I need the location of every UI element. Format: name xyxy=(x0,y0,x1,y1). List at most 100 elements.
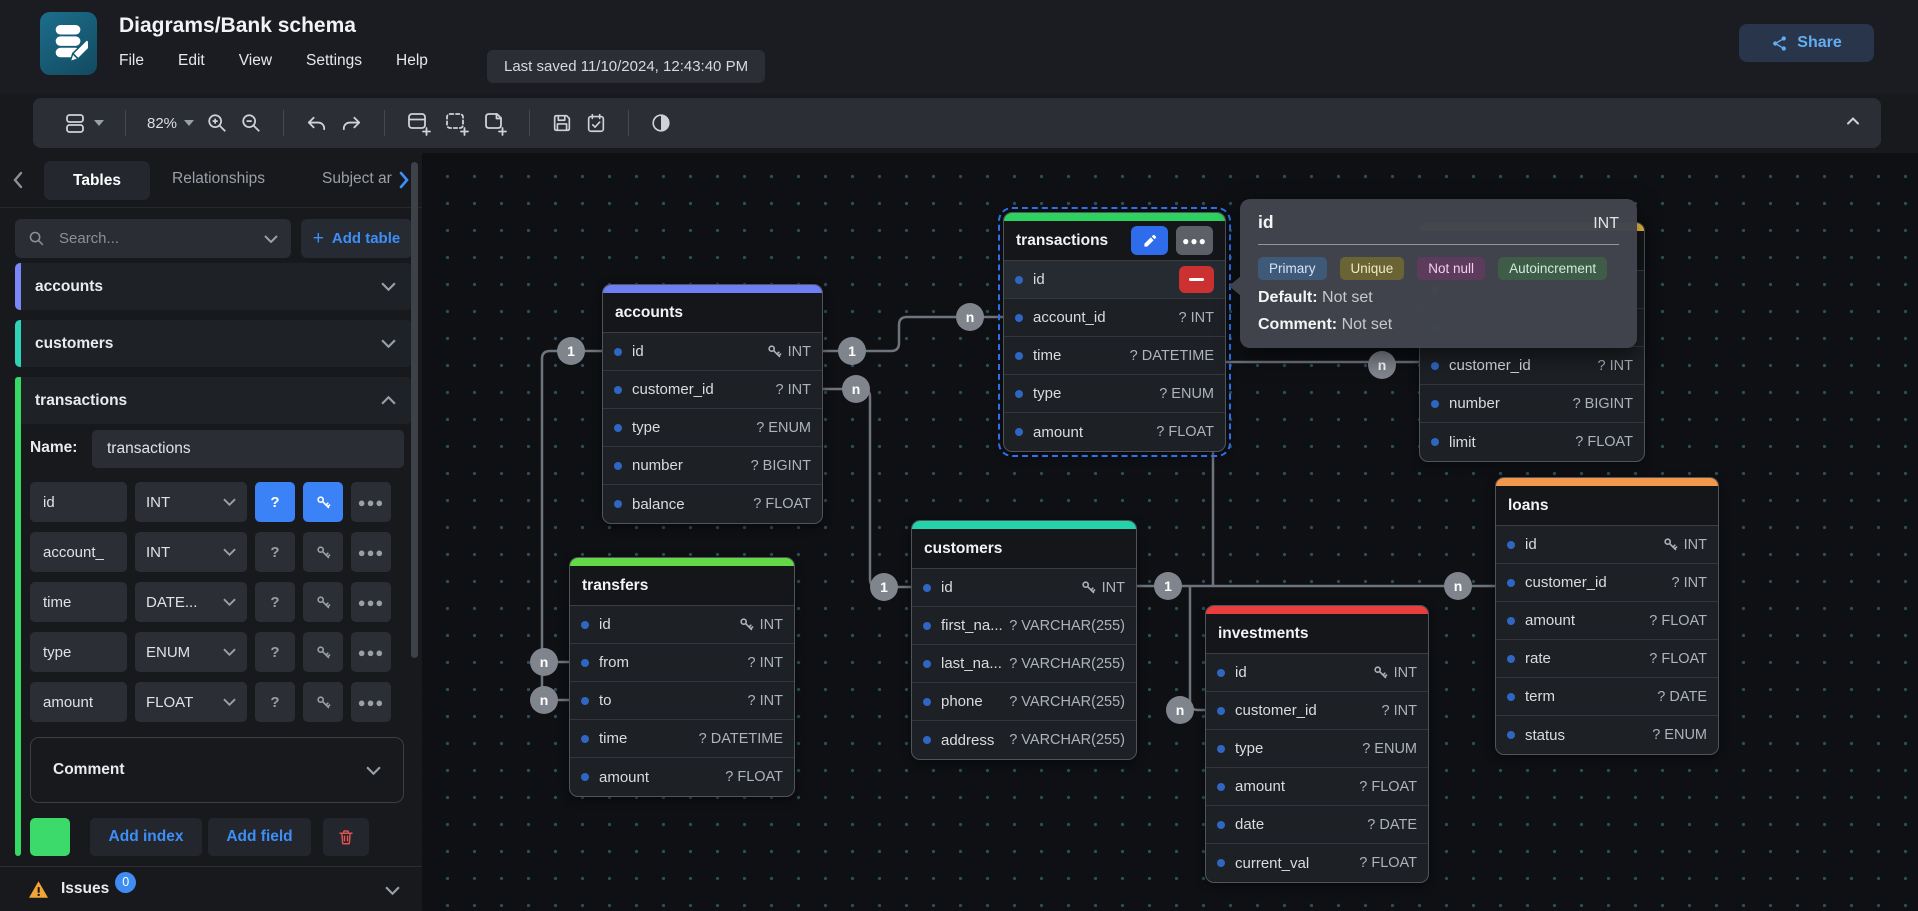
undo-button[interactable] xyxy=(299,107,334,140)
add-note-tool[interactable] xyxy=(476,105,514,141)
field-more-options-button[interactable]: ●●● xyxy=(351,532,391,572)
table-field-row[interactable]: from? INT xyxy=(570,644,794,682)
table-field-row[interactable]: account_id? INT xyxy=(1004,299,1225,337)
edit-table-button[interactable] xyxy=(1131,226,1168,255)
delete-field-button[interactable] xyxy=(1179,266,1214,293)
menu-file[interactable]: File xyxy=(119,52,144,70)
field-more-options-button[interactable]: ●●● xyxy=(351,482,391,522)
nullable-toggle-button[interactable]: ? xyxy=(255,582,295,622)
canvas-table-loans[interactable]: loansidINTcustomer_id? INTamount? FLOATr… xyxy=(1495,477,1719,755)
tab-relationships[interactable]: Relationships xyxy=(172,170,265,188)
primary-key-toggle-button[interactable] xyxy=(303,582,343,622)
canvas-table-accounts[interactable]: accountsidINTcustomer_id? INTtype? ENUMn… xyxy=(602,284,823,524)
menu-view[interactable]: View xyxy=(239,52,272,70)
menu-edit[interactable]: Edit xyxy=(178,52,205,70)
table-color-swatch[interactable] xyxy=(30,818,70,856)
table-field-row[interactable]: idINT xyxy=(603,333,822,371)
table-field-row[interactable]: amount? FLOAT xyxy=(1496,602,1718,640)
nullable-toggle-button[interactable]: ? xyxy=(255,532,295,572)
field-name-input[interactable]: time xyxy=(30,582,127,622)
field-type-select[interactable]: INT xyxy=(135,482,247,522)
zoom-in-button[interactable] xyxy=(200,107,234,139)
relationship-line[interactable] xyxy=(1190,586,1205,710)
table-field-row[interactable]: address? VARCHAR(255) xyxy=(912,721,1136,759)
tab-tables[interactable]: Tables xyxy=(44,161,150,200)
table-field-row[interactable]: number? BIGINT xyxy=(1420,385,1644,423)
field-name-input[interactable]: id xyxy=(30,482,127,522)
field-type-select[interactable]: INT xyxy=(135,532,247,572)
field-more-options-button[interactable]: ●●● xyxy=(351,632,391,672)
table-field-row[interactable]: type? ENUM xyxy=(603,409,822,447)
sidebar-scrollbar[interactable] xyxy=(411,162,418,658)
table-field-row[interactable]: amount? FLOAT xyxy=(570,758,794,796)
nullable-toggle-button[interactable]: ? xyxy=(255,682,295,722)
table-field-row[interactable]: id xyxy=(1004,261,1225,299)
table-field-row[interactable]: time? DATETIME xyxy=(570,720,794,758)
save-button[interactable] xyxy=(545,107,579,139)
menu-settings[interactable]: Settings xyxy=(306,52,362,70)
table-field-row[interactable]: customer_id? INT xyxy=(1206,692,1428,730)
canvas-table-transfers[interactable]: transfersidINTfrom? INTto? INTtime? DATE… xyxy=(569,557,795,797)
zoom-out-button[interactable] xyxy=(234,107,268,139)
table-field-row[interactable]: first_na...? VARCHAR(255) xyxy=(912,607,1136,645)
table-field-row[interactable]: current_val? FLOAT xyxy=(1206,844,1428,882)
table-field-row[interactable]: idINT xyxy=(1496,526,1718,564)
canvas-table-transactions[interactable]: transactions●●●idaccount_id? INTtime? DA… xyxy=(1003,212,1226,452)
delete-table-button[interactable] xyxy=(323,818,369,856)
table-field-row[interactable]: phone? VARCHAR(255) xyxy=(912,683,1136,721)
add-index-button[interactable]: Add index xyxy=(90,818,202,856)
add-table-button[interactable]: + Add table xyxy=(301,219,412,258)
field-type-select[interactable]: ENUM xyxy=(135,632,247,672)
table-field-row[interactable]: time? DATETIME xyxy=(1004,337,1225,375)
sidebar-table-transactions[interactable]: transactions xyxy=(15,377,412,424)
table-field-row[interactable]: status? ENUM xyxy=(1496,716,1718,754)
field-name-input[interactable]: amount xyxy=(30,682,127,722)
zoom-level-dropdown[interactable]: 82% xyxy=(141,110,200,137)
table-field-row[interactable]: date? DATE xyxy=(1206,806,1428,844)
sidebar-table-customers[interactable]: customers xyxy=(15,320,412,367)
table-field-row[interactable]: customer_id? INT xyxy=(1496,564,1718,602)
add-table-tool[interactable] xyxy=(400,105,438,141)
add-subject-area-tool[interactable] xyxy=(438,105,476,141)
table-field-row[interactable]: idINT xyxy=(912,569,1136,607)
table-field-row[interactable]: to? INT xyxy=(570,682,794,720)
table-field-row[interactable]: amount? FLOAT xyxy=(1206,768,1428,806)
nullable-toggle-button[interactable]: ? xyxy=(255,482,295,522)
share-button[interactable]: Share xyxy=(1739,24,1874,62)
table-field-row[interactable]: limit? FLOAT xyxy=(1420,423,1644,461)
comment-collapsible[interactable]: Comment xyxy=(30,737,404,803)
field-name-input[interactable]: type xyxy=(30,632,127,672)
table-field-row[interactable]: type? ENUM xyxy=(1206,730,1428,768)
field-more-options-button[interactable]: ●●● xyxy=(351,682,391,722)
table-field-row[interactable]: idINT xyxy=(570,606,794,644)
table-field-row[interactable]: customer_id? INT xyxy=(1420,347,1644,385)
field-type-select[interactable]: FLOAT xyxy=(135,682,247,722)
issues-panel-toggle[interactable]: Issues 0 xyxy=(0,866,422,911)
canvas-table-customers[interactable]: customersidINTfirst_na...? VARCHAR(255)l… xyxy=(911,520,1137,760)
sidebar-table-accounts[interactable]: accounts xyxy=(15,263,412,310)
menu-help[interactable]: Help xyxy=(396,52,428,70)
table-field-row[interactable]: rate? FLOAT xyxy=(1496,640,1718,678)
table-field-row[interactable]: amount? FLOAT xyxy=(1004,413,1225,451)
primary-key-toggle-button[interactable] xyxy=(303,532,343,572)
tabs-scroll-right-button[interactable] xyxy=(396,169,412,196)
table-more-options-button[interactable]: ●●● xyxy=(1176,226,1213,255)
table-field-row[interactable]: type? ENUM xyxy=(1004,375,1225,413)
field-type-select[interactable]: DATE... xyxy=(135,582,247,622)
table-field-row[interactable]: balance? FLOAT xyxy=(603,485,822,523)
diagram-canvas[interactable]: 1nn1nn11nnn accountsidINTcustomer_id? IN… xyxy=(422,153,1918,911)
table-field-row[interactable]: idINT xyxy=(1206,654,1428,692)
table-field-row[interactable]: term? DATE xyxy=(1496,678,1718,716)
table-field-row[interactable]: number? BIGINT xyxy=(603,447,822,485)
diagram-tree-button[interactable] xyxy=(57,106,110,140)
tabs-scroll-left-button[interactable] xyxy=(10,169,26,196)
tab-subject-areas[interactable]: Subject ar xyxy=(322,170,394,188)
app-logo[interactable] xyxy=(40,12,97,75)
field-more-options-button[interactable]: ●●● xyxy=(351,582,391,622)
nullable-toggle-button[interactable]: ? xyxy=(255,632,295,672)
table-name-input[interactable] xyxy=(92,430,404,468)
primary-key-toggle-button[interactable] xyxy=(303,632,343,672)
redo-button[interactable] xyxy=(334,107,369,140)
relationship-line[interactable] xyxy=(1213,362,1419,586)
theme-contrast-button[interactable] xyxy=(644,107,678,139)
